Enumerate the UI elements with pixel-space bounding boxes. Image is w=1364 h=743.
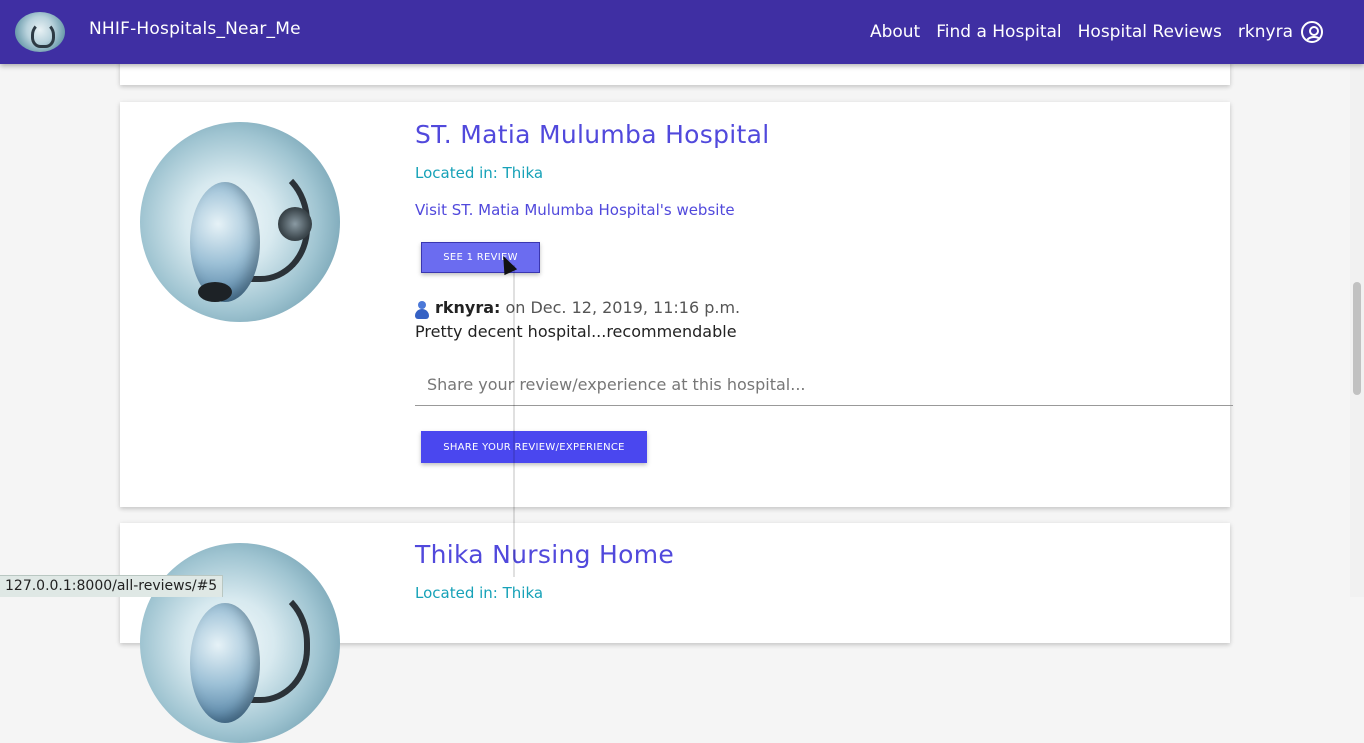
hospital-location: Located in: Thika — [415, 584, 544, 602]
hospital-image — [140, 122, 340, 322]
nav-link-about[interactable]: About — [870, 22, 920, 42]
brand-name[interactable]: NHIF-Hospitals_Near_Me — [89, 19, 301, 39]
hospital-card-next: Thika Nursing Home Located in: Thika — [120, 523, 1230, 743]
drag-guide-line — [513, 265, 515, 577]
scrollbar-thumb[interactable] — [1353, 282, 1361, 395]
nav-link-find-hospital[interactable]: Find a Hospital — [936, 22, 1061, 42]
review-input[interactable] — [415, 364, 1233, 406]
review-text: Pretty decent hospital...recommendable — [415, 322, 737, 341]
globe-graphic — [190, 603, 260, 723]
reviewer-name: rknyra: — [435, 298, 501, 317]
navbar: NHIF-Hospitals_Near_Me About Find a Hosp… — [0, 0, 1364, 64]
hospital-name[interactable]: ST. Matia Mulumba Hospital — [415, 120, 769, 149]
review-header: rknyra: on Dec. 12, 2019, 11:16 p.m. — [415, 298, 741, 319]
reviewer-icon — [415, 300, 429, 319]
nav-links: About Find a Hospital Hospital Reviews r… — [854, 0, 1323, 64]
hospital-website-link[interactable]: Visit ST. Matia Mulumba Hospital's websi… — [415, 201, 735, 219]
share-review-button[interactable]: SHARE YOUR REVIEW/EXPERIENCE — [421, 431, 647, 463]
hospital-name[interactable]: Thika Nursing Home — [415, 540, 674, 569]
scrollbar[interactable] — [1350, 64, 1364, 597]
nav-link-hospital-reviews[interactable]: Hospital Reviews — [1078, 22, 1222, 42]
stethoscope-head — [278, 207, 312, 241]
hospital-card: ST. Matia Mulumba Hospital Located in: T… — [120, 102, 1233, 507]
hospital-location: Located in: Thika — [415, 164, 544, 182]
brand-logo[interactable] — [15, 12, 65, 52]
stethoscope-earpiece — [198, 282, 232, 302]
see-reviews-button[interactable]: SEE 1 REVIEW — [421, 242, 540, 273]
nav-user-name[interactable]: rknyra — [1238, 22, 1293, 42]
status-bar-url: 127.0.0.1:8000/all-reviews/#5 — [0, 575, 224, 597]
user-circle-icon[interactable] — [1301, 21, 1323, 43]
hospital-image — [140, 543, 340, 743]
review-date: on Dec. 12, 2019, 11:16 p.m. — [505, 298, 741, 317]
